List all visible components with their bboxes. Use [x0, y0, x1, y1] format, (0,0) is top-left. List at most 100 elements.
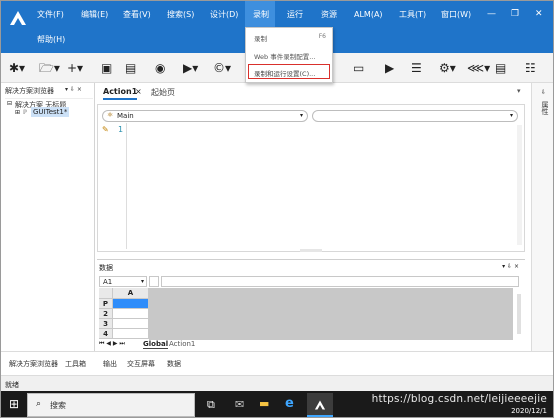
tab-data[interactable]: 数据: [167, 359, 181, 369]
tab-output[interactable]: 输出: [103, 359, 117, 369]
menu-item-web-event-config[interactable]: Web 事件录制配置...: [254, 51, 315, 61]
right-rail: ⇩ 属性: [531, 83, 553, 375]
code-editor[interactable]: ⚛ Main ▾ ▾ ✎ 1: [97, 104, 525, 252]
save-all-icon[interactable]: ▤: [125, 61, 136, 75]
menu-run[interactable]: 运行: [287, 9, 303, 21]
rail-pin-icon[interactable]: ⇩: [541, 89, 546, 96]
scope-combo-value: Main: [117, 112, 134, 120]
menu-item-record-shortcut: F6: [318, 33, 326, 40]
uft-taskbar-button[interactable]: [307, 393, 333, 417]
data-pane-title: 数据: [99, 264, 113, 272]
new-icon[interactable]: ✱▾: [9, 61, 25, 75]
document-icon[interactable]: ▤: [495, 61, 506, 75]
properties-tab[interactable]: 属性: [540, 101, 550, 115]
scope-combo[interactable]: ⚛ Main ▾: [102, 110, 308, 122]
share-icon[interactable]: ⋘▾: [467, 61, 490, 75]
menu-design[interactable]: 设计(D): [210, 9, 238, 21]
run-options-icon[interactable]: ©▾: [213, 61, 231, 75]
tab-start-page[interactable]: 起始页: [151, 87, 175, 98]
menu-window[interactable]: 窗口(W): [441, 9, 471, 21]
row-header[interactable]: 2: [99, 309, 113, 319]
menu-edit[interactable]: 编辑(E): [81, 9, 108, 21]
collapse-icon[interactable]: ⊟: [7, 100, 12, 107]
taskbar: ⊞ ⌕ 搜索 ⧉ ✉ ▬ e https://blog.csdn.net/lei…: [1, 391, 553, 417]
restore-icon[interactable]: ❐: [511, 8, 519, 20]
app-logo-icon: [10, 11, 26, 25]
tabs-dropdown-icon[interactable]: ▾: [517, 87, 521, 95]
record-icon[interactable]: ◉: [155, 61, 165, 75]
cell-ref-box[interactable]: A1 ▾: [99, 276, 147, 287]
tab-solution-explorer[interactable]: 解决方案浏览器: [9, 359, 58, 369]
row-header[interactable]: 3: [99, 319, 113, 329]
test-node[interactable]: GUITest1*: [31, 107, 70, 117]
app-logo-icon: [314, 400, 326, 410]
row-header[interactable]: 4: [99, 329, 113, 339]
edge-icon[interactable]: e: [285, 396, 294, 411]
column-header[interactable]: A: [113, 288, 149, 299]
grid-cell[interactable]: [113, 309, 149, 319]
minimize-icon[interactable]: —: [487, 8, 496, 20]
bottom-tabs: 解决方案浏览器 工具箱 输出 交互屏幕 数据: [1, 351, 553, 375]
windows-start-icon[interactable]: ⊞: [9, 398, 19, 410]
selected-cell[interactable]: [113, 299, 149, 309]
tab-action1[interactable]: Action1: [103, 87, 138, 100]
menu-resources[interactable]: 资源: [321, 9, 337, 21]
status-bar: 就绪: [1, 375, 553, 391]
taskbar-search[interactable]: ⌕ 搜索: [27, 393, 195, 417]
splitter-handle[interactable]: [300, 249, 322, 252]
formula-button[interactable]: [149, 276, 159, 287]
editor-tabs: Action1 × 起始页 ▾: [97, 87, 525, 101]
warning-icon: ✎: [102, 125, 109, 134]
task-view-icon[interactable]: ⧉: [207, 398, 215, 412]
sheet-nav-icons[interactable]: ⏮ ◀ ▶ ⏭: [99, 340, 125, 348]
close-tab-icon[interactable]: ×: [135, 87, 142, 96]
sheet-tab-global[interactable]: Global: [143, 340, 169, 349]
grid-cell[interactable]: [113, 319, 149, 329]
list-icon[interactable]: ☰: [411, 61, 422, 75]
run-icon[interactable]: ▶▾: [183, 61, 198, 75]
sheet-tab-action1[interactable]: Action1: [169, 340, 195, 348]
menu-help[interactable]: 帮助(H): [37, 34, 65, 46]
app-window: 文件(F) 编辑(E) 查看(V) 搜索(S) 设计(D) 录制 运行 资源 A…: [0, 0, 554, 418]
solution-explorer: 解决方案浏览器 ▾ ⇩ × ⊟ 解决方案 无标题 ⊞ ℙ GUITest1*: [1, 83, 95, 375]
sliders-icon[interactable]: ☷: [525, 61, 536, 75]
close-icon[interactable]: ✕: [535, 8, 543, 20]
add-icon[interactable]: +▾: [67, 61, 83, 75]
explorer-pin-icon[interactable]: ▾ ⇩ ×: [65, 86, 82, 93]
chevron-down-icon: ▾: [140, 278, 144, 285]
search-icon: ⌕: [36, 399, 42, 409]
mail-icon[interactable]: ✉: [235, 398, 244, 411]
menu-record[interactable]: 录制: [245, 1, 275, 27]
tab-toolbox[interactable]: 工具箱: [65, 359, 86, 369]
menu-tools[interactable]: 工具(T): [399, 9, 426, 21]
grid-cell[interactable]: [113, 329, 149, 339]
chevron-down-icon: ▾: [299, 112, 303, 119]
menu-item-record[interactable]: 录制: [254, 33, 267, 43]
menu-item-record-run-settings[interactable]: 录制和运行设置(C)...: [254, 68, 315, 78]
formula-input[interactable]: [161, 276, 519, 287]
corner-cell: [99, 288, 113, 299]
cell-ref: A1: [103, 278, 113, 286]
data-grid: A P 2 3 4: [99, 288, 521, 340]
menu-search[interactable]: 搜索(S): [167, 9, 194, 21]
open-folder-icon[interactable]: 🗁▾: [39, 61, 60, 75]
tab-interactive-screen[interactable]: 交互屏幕: [127, 359, 155, 369]
grid-scrollbar[interactable]: [517, 294, 521, 334]
step-icon[interactable]: ▶: [385, 61, 394, 75]
menu-view[interactable]: 查看(V): [123, 9, 151, 21]
member-combo[interactable]: ▾: [312, 110, 518, 122]
save-icon[interactable]: ▣: [101, 61, 112, 75]
folder-icon[interactable]: ▬: [259, 397, 269, 410]
expand-icon[interactable]: ⊞: [15, 109, 20, 116]
test-icon: ℙ: [23, 109, 28, 116]
menu-alm[interactable]: ALM(A): [354, 9, 383, 21]
data-pane-controls[interactable]: ▾ ⇩ ×: [502, 263, 519, 270]
row-header[interactable]: P: [99, 299, 113, 309]
watermark: https://blog.csdn.net/leijieeeejie: [371, 393, 547, 405]
line-number: 1: [118, 125, 124, 134]
data-pane: 数据 ▾ ⇩ × A1 ▾ A P 2 3 4 ⏮ ◀ ▶ ⏭ Global A…: [97, 259, 525, 351]
archive-icon[interactable]: ▭: [353, 61, 364, 75]
settings-icon[interactable]: ⚙▾: [439, 61, 456, 75]
status-text: 就绪: [5, 381, 19, 389]
menu-file[interactable]: 文件(F): [37, 9, 64, 21]
